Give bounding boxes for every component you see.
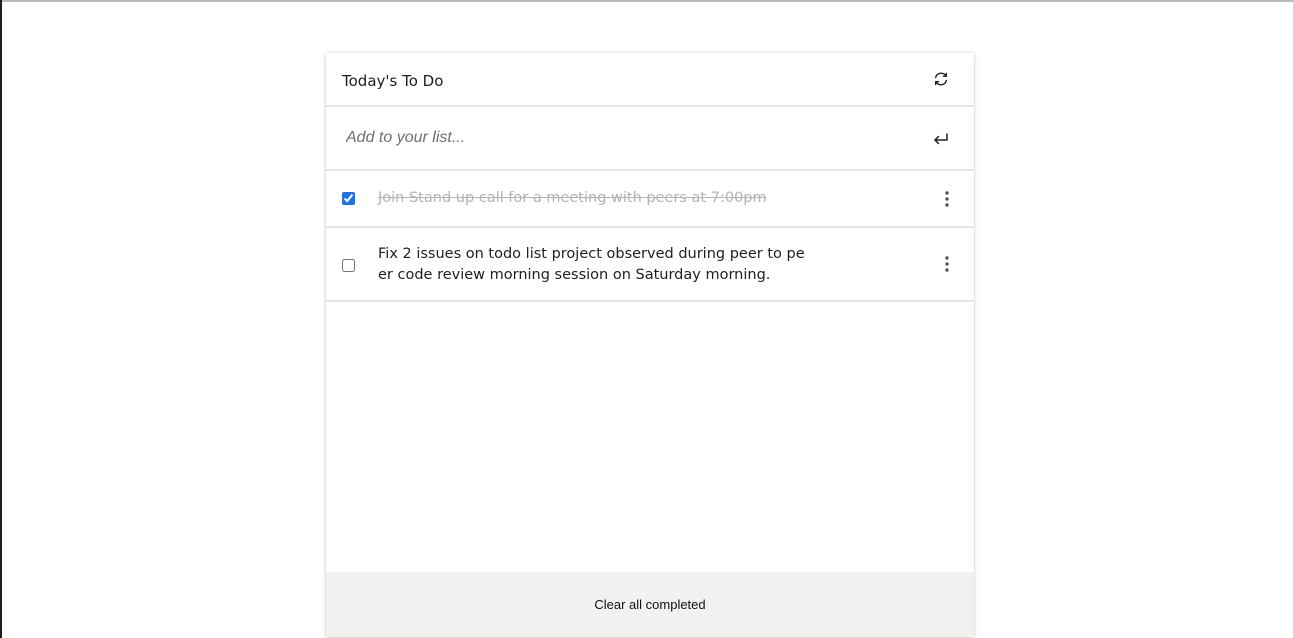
todo-item: Join Stand up call for a meeting with pe…: [326, 171, 974, 228]
todo-checkbox[interactable]: [342, 259, 355, 272]
todo-item: Fix 2 issues on todo list project observ…: [326, 228, 974, 302]
add-todo-input[interactable]: [346, 127, 906, 149]
page-title: Today's To Do: [342, 72, 444, 90]
todo-menu-button[interactable]: [935, 187, 959, 211]
refresh-icon: [934, 72, 948, 86]
more-vertical-icon: [945, 191, 949, 207]
todo-menu-button[interactable]: [935, 252, 959, 276]
todo-text: Fix 2 issues on todo list project observ…: [378, 246, 805, 283]
card-footer: Clear all completed: [326, 572, 974, 637]
add-todo-row: [326, 107, 974, 171]
add-todo-submit-button[interactable]: [929, 127, 953, 151]
window-left-edge: [0, 0, 2, 638]
more-vertical-icon: [945, 256, 949, 272]
todo-checkbox[interactable]: [342, 192, 355, 205]
todo-text: Join Stand up call for a meeting with pe…: [378, 190, 767, 206]
card-header: Today's To Do: [326, 53, 974, 107]
enter-icon: [934, 133, 948, 145]
window-top-border: [0, 0, 1293, 2]
refresh-button[interactable]: [929, 67, 953, 91]
clear-completed-button[interactable]: Clear all completed: [586, 593, 713, 616]
todo-card: Today's To Do Join Stand up call for a m…: [326, 53, 974, 637]
